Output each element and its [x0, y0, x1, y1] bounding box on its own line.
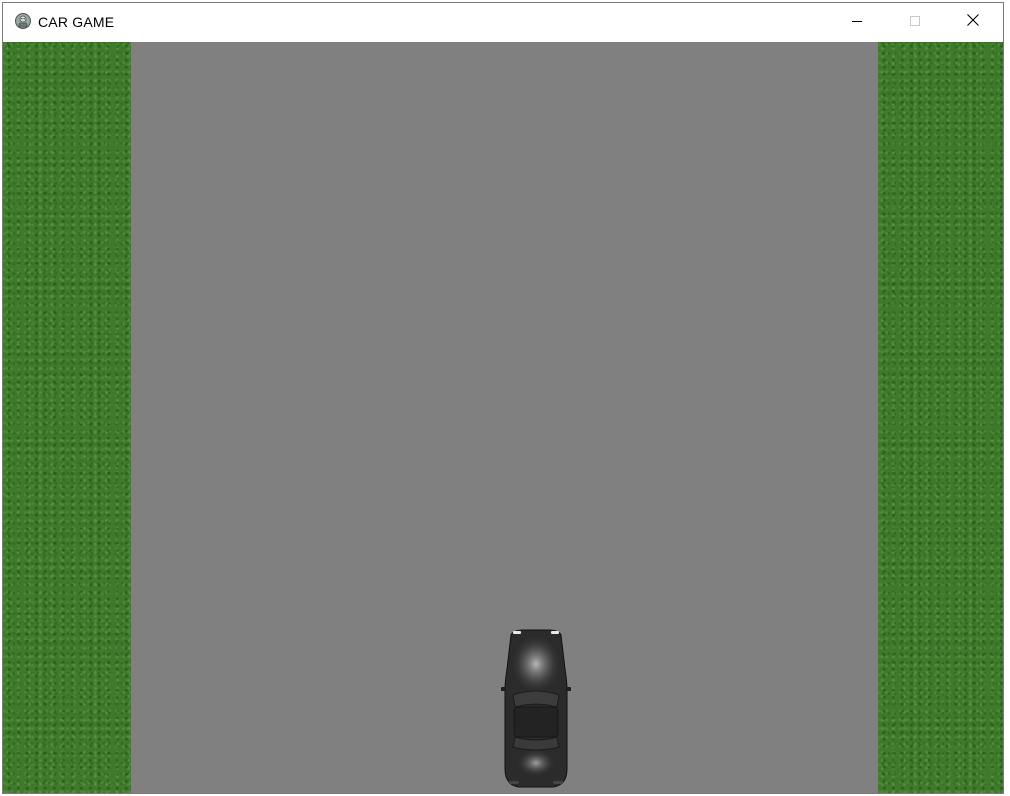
pygame-icon — [14, 12, 32, 30]
maximize-button[interactable] — [886, 3, 944, 42]
grass-left — [3, 42, 131, 793]
close-icon — [966, 13, 980, 32]
maximize-icon — [909, 14, 921, 32]
window-title: CAR GAME — [38, 14, 115, 30]
minimize-button[interactable] — [828, 3, 886, 42]
close-button[interactable] — [944, 3, 1002, 42]
player-car[interactable] — [501, 629, 571, 789]
game-canvas[interactable] — [3, 42, 1003, 793]
game-window: CAR GAME — [2, 2, 1004, 794]
title-bar[interactable]: CAR GAME — [3, 3, 1003, 42]
minimize-icon — [851, 14, 863, 32]
grass-right — [878, 42, 1003, 793]
